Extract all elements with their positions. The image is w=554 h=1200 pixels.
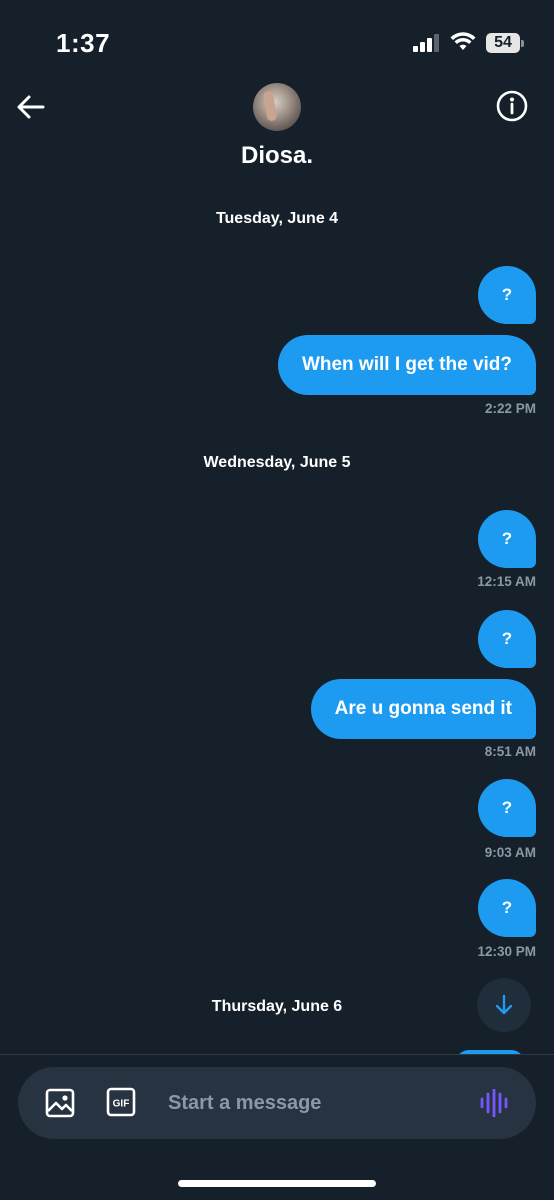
date-separator: Wednesday, June 5 <box>203 454 351 471</box>
date-separator: Thursday, June 6 <box>211 998 343 1015</box>
arrow-left-icon <box>17 95 45 119</box>
message-bubble[interactable]: ? <box>478 610 536 668</box>
waveform-icon <box>480 1088 508 1118</box>
contact-name[interactable]: Diosa. <box>0 142 554 170</box>
message-input[interactable] <box>168 1083 458 1123</box>
status-bar: 1:37 54 <box>0 0 554 80</box>
message-bubble[interactable]: ? <box>478 266 536 324</box>
composer-area: GIF <box>0 1054 554 1200</box>
status-time: 1:37 <box>56 28 111 58</box>
wifi-icon <box>450 30 476 52</box>
message-timestamp: 12:15 AM <box>477 574 536 589</box>
contact-avatar[interactable] <box>253 83 301 131</box>
gif-icon: GIF <box>106 1087 136 1117</box>
message-timestamp: 9:03 AM <box>484 845 536 860</box>
message-composer: GIF <box>18 1067 536 1139</box>
date-separator: Tuesday, June 4 <box>215 210 339 227</box>
cellular-signal-icon <box>413 34 441 52</box>
message-bubble[interactable]: ? <box>478 779 536 837</box>
voice-message-button[interactable] <box>478 1088 510 1118</box>
scroll-to-bottom-button[interactable] <box>477 978 531 1032</box>
message-timestamp: 12:30 PM <box>477 944 536 959</box>
message-bubble[interactable]: When will I get the vid? <box>277 335 536 395</box>
arrow-down-icon <box>495 994 513 1015</box>
conversation-info-button[interactable] <box>494 88 530 124</box>
message-bubble[interactable]: Are u gonna send it <box>310 679 536 739</box>
battery-icon: 54 <box>486 33 524 53</box>
add-media-button[interactable] <box>44 1087 76 1119</box>
message-bubble[interactable]: ? <box>478 510 536 568</box>
home-indicator[interactable] <box>178 1180 376 1187</box>
back-button[interactable] <box>14 90 48 124</box>
message-timestamp: 8:51 AM <box>484 744 536 759</box>
conversation-header: Diosa. <box>0 80 554 180</box>
battery-level: 54 <box>486 33 520 53</box>
message-timestamp: 2:22 PM <box>484 401 536 416</box>
gif-button[interactable]: GIF <box>106 1087 136 1117</box>
image-icon <box>45 1088 75 1118</box>
info-icon <box>496 90 528 122</box>
message-bubble[interactable]: ? <box>478 879 536 937</box>
gif-label: GIF <box>113 1099 130 1110</box>
